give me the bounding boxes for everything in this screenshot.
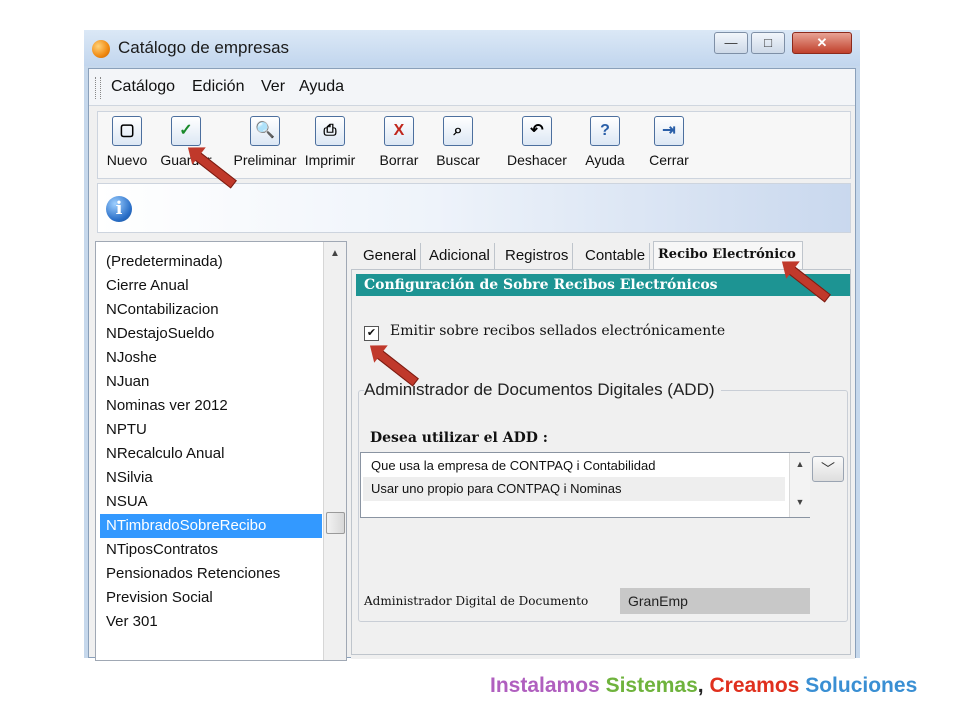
settings-panel: General Adicional Registros Contable Rec… — [351, 241, 855, 659]
add-options-list[interactable]: Que usa la empresa de CONTPAQ i Contabil… — [360, 452, 810, 518]
list-item[interactable]: NDestajoSueldo — [100, 322, 322, 346]
list-item[interactable]: NSUA — [100, 490, 322, 514]
list-item[interactable]: Que usa la empresa de CONTPAQ i Contabil… — [363, 454, 785, 478]
section-header: Configuración de Sobre Recibos Electróni… — [356, 274, 850, 296]
close-button[interactable]: ✕ — [792, 32, 852, 54]
list-item[interactable]: Nominas ver 2012 — [100, 394, 322, 418]
menu-grip-handle[interactable] — [95, 77, 101, 99]
list-item[interactable]: Pensionados Retenciones — [100, 562, 322, 586]
group-title: Administrador de Documentos Digitales (A… — [364, 380, 721, 400]
help-icon: ? — [590, 116, 620, 146]
scroll-up-arrow-icon[interactable]: ▲ — [324, 248, 346, 264]
scroll-up-arrow-icon[interactable]: ▲ — [790, 459, 810, 475]
info-bar: i — [97, 183, 851, 233]
search-button[interactable]: ⌕ Buscar — [430, 116, 486, 168]
preview-button[interactable]: 🔍 Preliminar — [232, 116, 298, 168]
tagline-word: Sistemas — [605, 674, 698, 697]
list-item[interactable]: Cierre Anual — [100, 274, 322, 298]
binoculars-icon: ⌕ — [443, 116, 473, 146]
help-button[interactable]: ? Ayuda — [580, 116, 630, 168]
delete-button[interactable]: X Borrar — [374, 116, 424, 168]
list-scrollbar[interactable]: ▲ — [323, 242, 346, 660]
undo-button[interactable]: ↶ Deshacer — [502, 116, 572, 168]
checkbox-label: Emitir sobre recibos sellados electrónic… — [390, 323, 726, 339]
list-item[interactable]: NPTU — [100, 418, 322, 442]
list-item-selected[interactable]: NTimbradoSobreRecibo — [100, 514, 322, 538]
menu-catalogo[interactable]: Catálogo — [111, 78, 175, 96]
menu-ver[interactable]: Ver — [261, 78, 285, 96]
window-title: Catálogo de empresas — [118, 38, 290, 57]
menu-ayuda[interactable]: Ayuda — [299, 78, 344, 96]
digital-document-label: Administrador Digital de Documento — [364, 594, 589, 608]
printer-icon: ⎙ — [315, 116, 345, 146]
print-button[interactable]: ⎙ Imprimir — [302, 116, 358, 168]
scroll-thumb[interactable] — [326, 512, 345, 534]
tab-contable[interactable]: Contable — [581, 243, 651, 269]
tagline: Instalamos Sistemas, Creamos Soluciones — [490, 674, 917, 698]
tagline-comma: , — [697, 674, 704, 697]
title-bar[interactable]: Catálogo de empresas — □ ✕ — [84, 30, 860, 66]
preview-icon: 🔍 — [250, 116, 280, 146]
delete-icon: X — [384, 116, 414, 146]
exit-icon: ⇥ — [654, 116, 684, 146]
tab-content: Configuración de Sobre Recibos Electróni… — [351, 269, 851, 655]
menu-edicion[interactable]: Edición — [192, 78, 244, 96]
info-icon: i — [106, 196, 132, 222]
minimize-button[interactable]: — — [714, 32, 748, 54]
dropdown-chevron-button[interactable]: ﹀ — [812, 456, 844, 482]
maximize-button[interactable]: □ — [751, 32, 785, 54]
list-item[interactable]: NJoshe — [100, 346, 322, 370]
new-document-icon: ▢ — [112, 116, 142, 146]
application-window: Catálogo de empresas — □ ✕ Catálogo Edic… — [84, 30, 860, 661]
list-item[interactable]: NJuan — [100, 370, 322, 394]
options-scrollbar[interactable]: ▲ ▼ — [789, 453, 810, 517]
close-app-button[interactable]: ⇥ Cerrar — [644, 116, 694, 168]
digital-document-field[interactable]: GranEmp — [620, 588, 810, 614]
tagline-word: Instalamos — [490, 674, 600, 697]
list-item[interactable]: NTiposContratos — [100, 538, 322, 562]
list-item[interactable]: Ver 301 — [100, 610, 322, 634]
undo-icon: ↶ — [522, 116, 552, 146]
tab-general[interactable]: General — [359, 243, 422, 269]
tab-registros[interactable]: Registros — [501, 243, 574, 269]
list-item[interactable]: Usar uno propio para CONTPAQ i Nominas — [363, 477, 785, 501]
list-item[interactable]: Prevision Social — [100, 586, 322, 610]
add-question-label: Desea utilizar el ADD : — [370, 430, 548, 446]
new-button[interactable]: ▢ Nuevo — [102, 116, 152, 168]
list-item[interactable]: NSilvia — [100, 466, 322, 490]
list-item[interactable]: (Predeterminada) — [100, 250, 322, 274]
scroll-down-arrow-icon[interactable]: ▼ — [790, 497, 810, 513]
tab-adicional[interactable]: Adicional — [425, 243, 495, 269]
company-list[interactable]: (Predeterminada) Cierre Anual NContabili… — [95, 241, 347, 661]
tagline-word: Soluciones — [805, 674, 918, 697]
list-item[interactable]: NContabilizacion — [100, 298, 322, 322]
app-icon — [92, 40, 110, 58]
menu-bar: Catálogo Edición Ver Ayuda — [89, 69, 855, 106]
list-item[interactable]: NRecalculo Anual — [100, 442, 322, 466]
tagline-word: Creamos — [709, 674, 800, 697]
